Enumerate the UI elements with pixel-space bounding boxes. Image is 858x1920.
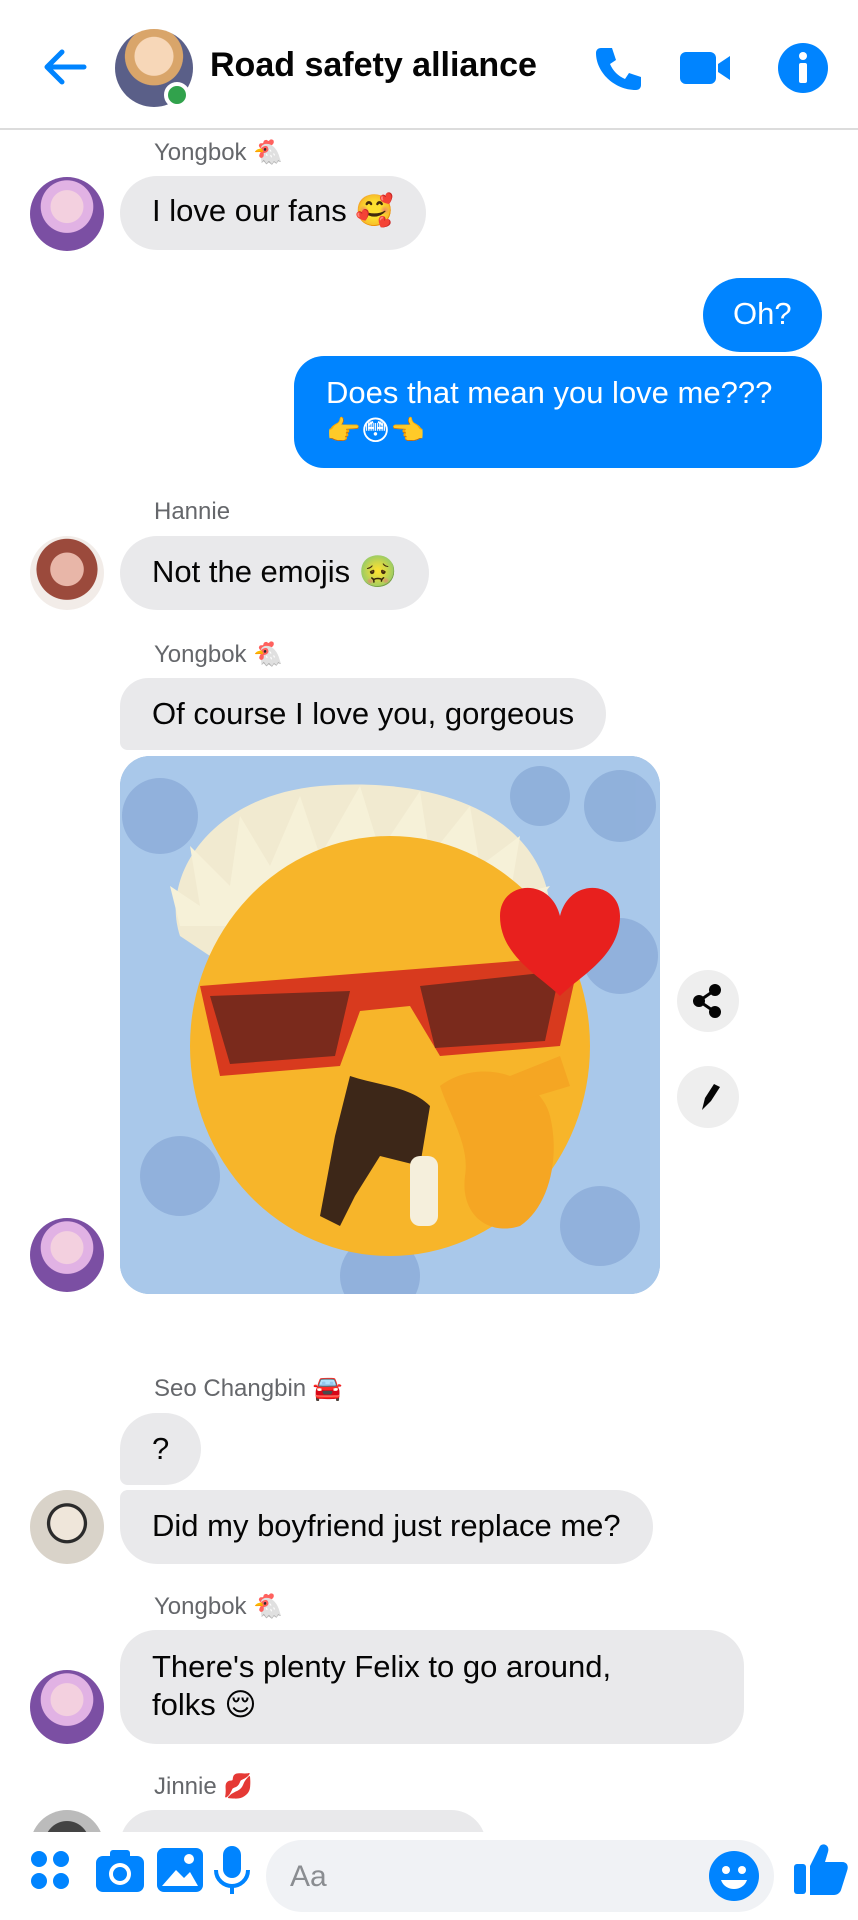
microphone-icon[interactable]	[204, 1842, 260, 1898]
sender-name: Jinnie 💋	[154, 1773, 254, 1800]
share-icon	[693, 984, 721, 1018]
my-message-bubble[interactable]: Does that mean you love me??? 👉😳👈	[294, 356, 822, 468]
message-line: 👉😳👈	[326, 415, 425, 446]
message-bubble[interactable]: I love our fans 🥰	[120, 176, 426, 250]
pencil-icon	[702, 1084, 720, 1110]
message-line: folks 😌	[152, 1687, 257, 1722]
back-arrow-icon[interactable]	[38, 40, 92, 94]
message-input[interactable]: Aa	[266, 1840, 774, 1912]
avatar[interactable]	[30, 1670, 104, 1744]
sender-name: Yongbok 🐔	[154, 1593, 284, 1620]
like-icon[interactable]	[790, 1838, 850, 1898]
message-input-placeholder: Aa	[290, 1860, 327, 1893]
shared-image[interactable]	[120, 756, 660, 1294]
online-indicator	[164, 82, 190, 108]
message-bubble[interactable]: Not the emojis 🤢	[120, 536, 430, 610]
message-bubble[interactable]: There's plenty Felix to go around, folks…	[120, 1630, 744, 1744]
my-message-bubble[interactable]: Oh?	[703, 278, 822, 352]
share-button[interactable]	[677, 970, 739, 1032]
message-line: Does that mean you love me???	[326, 375, 773, 410]
sender-name: Seo Changbin 🚘	[154, 1375, 343, 1402]
message-bubble[interactable]: Of course I love you, gorgeous	[120, 678, 607, 750]
gallery-icon[interactable]	[152, 1842, 208, 1898]
sender-name: Hannie	[154, 498, 231, 525]
sunglasses-chef-kiss-emoji-image	[120, 756, 660, 1294]
composer-bar: Aa	[0, 1832, 858, 1920]
apps-icon[interactable]	[22, 1842, 78, 1898]
sender-name: Yongbok 🐔	[154, 139, 284, 166]
camera-icon[interactable]	[92, 1842, 148, 1898]
phone-icon[interactable]	[590, 40, 646, 96]
message-line: There's plenty Felix to go around,	[152, 1649, 612, 1684]
avatar[interactable]	[30, 536, 104, 610]
info-icon[interactable]	[775, 40, 831, 96]
message-bubble[interactable]: ?	[120, 1413, 202, 1485]
avatar[interactable]	[30, 177, 104, 251]
sender-name: Yongbok 🐔	[154, 641, 284, 668]
edit-button[interactable]	[677, 1066, 739, 1128]
chat-title[interactable]: Road safety alliance	[210, 46, 537, 85]
emoji-icon[interactable]	[706, 1848, 762, 1904]
avatar[interactable]	[30, 1218, 104, 1292]
message-bubble[interactable]: Did my boyfriend just replace me?	[120, 1490, 653, 1564]
avatar[interactable]	[30, 1490, 104, 1564]
video-icon[interactable]	[678, 40, 734, 96]
chat-header: Road safety alliance	[0, 0, 858, 130]
